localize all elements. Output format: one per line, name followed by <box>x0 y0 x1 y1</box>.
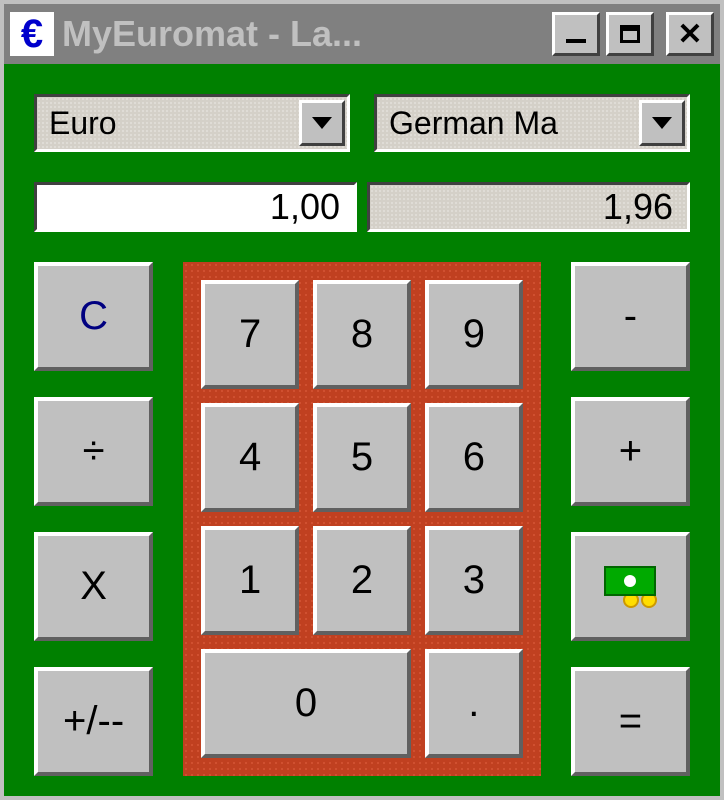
multiply-button[interactable]: X <box>34 532 153 641</box>
digit-6-button[interactable]: 6 <box>425 403 523 512</box>
equals-button[interactable]: = <box>571 667 690 776</box>
digit-5-button[interactable]: 5 <box>313 403 411 512</box>
banknote-icon <box>604 566 656 596</box>
output-display: 1,96 <box>367 182 690 232</box>
calculator-window: € MyEuromat - La... ✕ Euro German Ma <box>0 0 724 800</box>
minimize-icon <box>566 39 586 43</box>
digit-0-button[interactable]: 0 <box>201 649 411 758</box>
currency-selectors: Euro German Ma <box>34 94 690 152</box>
display-row: 1,00 1,96 <box>34 182 690 232</box>
window-controls: ✕ <box>552 12 714 56</box>
operator-column-left: C ÷ X +/-- <box>34 262 153 776</box>
sign-button[interactable]: +/-- <box>34 667 153 776</box>
titlebar[interactable]: € MyEuromat - La... ✕ <box>4 4 720 64</box>
close-button[interactable]: ✕ <box>666 12 714 56</box>
decimal-button[interactable]: . <box>425 649 523 758</box>
operator-column-right: - + = <box>571 262 690 776</box>
digit-9-button[interactable]: 9 <box>425 280 523 389</box>
chevron-down-icon[interactable] <box>639 100 685 146</box>
maximize-button[interactable] <box>606 12 654 56</box>
divide-button[interactable]: ÷ <box>34 397 153 506</box>
calculator-body: Euro German Ma 1,00 1,96 C ÷ X +/-- <box>4 64 720 796</box>
chevron-down-icon[interactable] <box>299 100 345 146</box>
plus-button[interactable]: + <box>571 397 690 506</box>
digit-7-button[interactable]: 7 <box>201 280 299 389</box>
source-currency-dropdown[interactable]: Euro <box>34 94 350 152</box>
digit-3-button[interactable]: 3 <box>425 526 523 635</box>
digit-4-button[interactable]: 4 <box>201 403 299 512</box>
convert-button[interactable] <box>571 532 690 641</box>
digit-1-button[interactable]: 1 <box>201 526 299 635</box>
source-currency-value: Euro <box>37 105 297 142</box>
euro-icon: € <box>10 12 54 56</box>
minimize-button[interactable] <box>552 12 600 56</box>
target-currency-value: German Ma <box>377 105 637 142</box>
maximize-icon <box>620 25 640 43</box>
keypad: C ÷ X +/-- 7 8 9 4 5 6 1 2 3 0 . - <box>34 262 690 776</box>
digit-8-button[interactable]: 8 <box>313 280 411 389</box>
input-display[interactable]: 1,00 <box>34 182 357 232</box>
clear-button[interactable]: C <box>34 262 153 371</box>
money-icon <box>603 566 657 608</box>
window-title: MyEuromat - La... <box>62 13 544 55</box>
close-icon: ✕ <box>677 17 702 52</box>
target-currency-dropdown[interactable]: German Ma <box>374 94 690 152</box>
digit-2-button[interactable]: 2 <box>313 526 411 635</box>
minus-button[interactable]: - <box>571 262 690 371</box>
number-pad: 7 8 9 4 5 6 1 2 3 0 . <box>183 262 541 776</box>
